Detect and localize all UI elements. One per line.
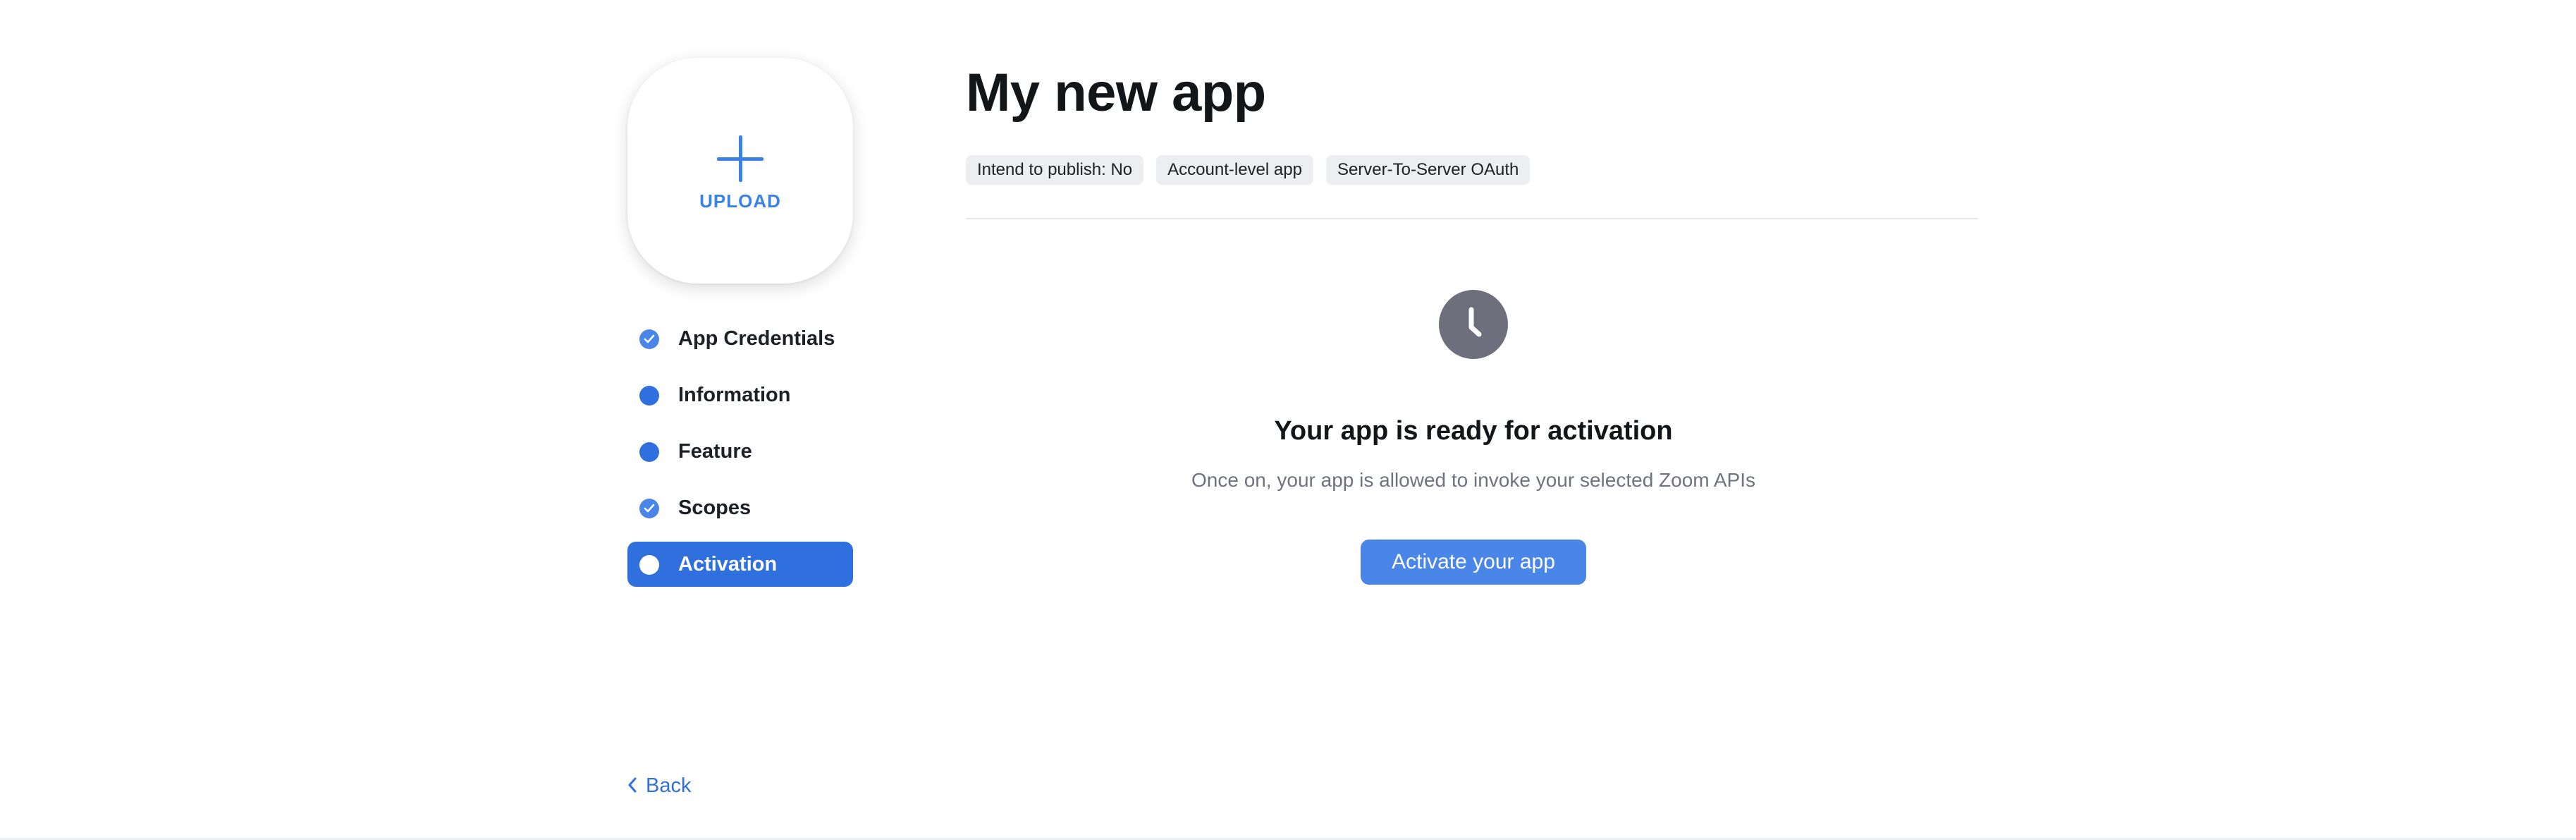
sidebar-item-label: Scopes — [678, 497, 752, 519]
check-circle-icon — [639, 499, 659, 518]
back-label: Back — [646, 774, 692, 797]
dot-icon — [639, 386, 659, 406]
back-link[interactable]: Back — [627, 770, 691, 801]
chevron-left-icon — [627, 771, 646, 802]
activation-description: Once on, your app is allowed to invoke y… — [1191, 469, 1755, 491]
sidebar-item-scopes[interactable]: Scopes — [627, 485, 853, 530]
activation-heading: Your app is ready for activation — [1274, 416, 1673, 446]
dot-icon — [639, 442, 659, 462]
sidebar-item-app-credentials[interactable]: App Credentials — [627, 316, 853, 361]
sidebar-item-feature[interactable]: Feature — [627, 429, 853, 474]
header-divider — [966, 218, 1978, 219]
sidebar-item-information[interactable]: Information — [627, 372, 853, 418]
plus-icon — [717, 135, 763, 182]
tag-publish-intent: Intend to publish: No — [966, 155, 1144, 185]
upload-label: UPLOAD — [699, 190, 781, 212]
sidebar-item-label: Information — [678, 384, 791, 406]
sidebar-item-activation[interactable]: Activation — [627, 542, 853, 587]
clock-icon — [1439, 290, 1508, 359]
sidebar-item-label: App Credentials — [678, 327, 835, 350]
app-icon-upload[interactable]: UPLOAD — [627, 58, 853, 284]
activate-app-button[interactable]: Activate your app — [1361, 540, 1586, 585]
tag-app-level: Account-level app — [1156, 155, 1313, 185]
page-title: My new app — [966, 63, 1266, 123]
app-tags: Intend to publish: No Account-level app … — [966, 155, 1531, 185]
sidebar-nav: App Credentials Information Feature Scop… — [627, 316, 853, 598]
check-circle-icon — [639, 329, 659, 349]
tag-app-type: Server-To-Server OAuth — [1325, 155, 1531, 185]
sidebar-item-label: Activation — [678, 553, 778, 576]
dot-icon — [639, 555, 659, 575]
sidebar-item-label: Feature — [678, 440, 752, 463]
